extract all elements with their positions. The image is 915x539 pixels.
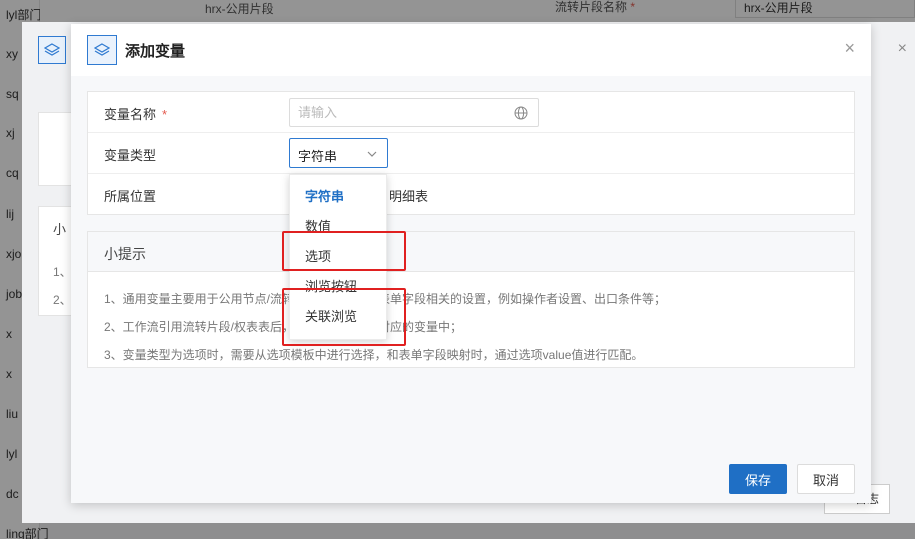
close-icon[interactable]: × bbox=[844, 38, 855, 59]
variable-type-select[interactable]: 字符串 bbox=[289, 138, 388, 168]
bg-tip: 1、 bbox=[53, 265, 72, 279]
name-label: 变量名称 * bbox=[104, 107, 168, 122]
globe-icon[interactable] bbox=[514, 106, 528, 120]
dropdown-option-string[interactable]: 字符串 bbox=[290, 182, 386, 212]
tips-title: 小提示 bbox=[104, 246, 146, 262]
dialog-header: 添加变量 × bbox=[71, 24, 871, 76]
tips-header: 小提示 bbox=[88, 232, 854, 272]
tip-item: 2、工作流引用流转片段/权表表后，需要进行映射到对应的变量中； bbox=[104, 320, 463, 334]
tips-card: 小提示 1、通用变量主要用于公用节点/流转片段中，涉及到表单字段相关的设置，例如… bbox=[87, 231, 855, 368]
dropdown-option-browse-button[interactable]: 浏览按钮 bbox=[290, 272, 386, 302]
close-icon: × bbox=[897, 40, 907, 57]
dropdown-option-option[interactable]: 选项 bbox=[290, 242, 386, 272]
variable-form: 变量名称* 变量类型 字符串 所属位置 明细表 bbox=[87, 91, 855, 215]
form-row-location: 所属位置 明细表 bbox=[88, 174, 854, 215]
form-row-name: 变量名称 * bbox=[88, 92, 854, 133]
chevron-down-icon bbox=[367, 151, 377, 157]
variable-name-input[interactable] bbox=[289, 98, 539, 127]
variable-type-dropdown: 字符串 数值 选项 浏览按钮 关联浏览 bbox=[289, 174, 387, 340]
dialog-title: 添加变量 bbox=[125, 43, 186, 60]
location-value: 明细表 bbox=[389, 189, 429, 204]
dropdown-option-related-browse[interactable]: 关联浏览 bbox=[290, 302, 386, 332]
required-mark: * bbox=[162, 107, 168, 122]
cancel-button[interactable]: 取消 bbox=[797, 464, 855, 494]
form-row-type: 变量类型 字符串 bbox=[88, 133, 854, 174]
bg-tips-title: 小 bbox=[53, 222, 67, 237]
tip-item: 3、变量类型为选项时，需要从选项模板中进行选择，和表单字段映射时，通过选项val… bbox=[104, 348, 644, 362]
layers-icon bbox=[38, 36, 66, 64]
add-variable-dialog: 添加变量 × 变量名称* 变量类型 字符串 所属位置 明细表 小提示 1、通用变… bbox=[71, 24, 871, 503]
selected-value: 字符串 bbox=[298, 149, 338, 164]
save-button[interactable]: 保存 bbox=[729, 464, 787, 494]
type-label: 变量类型 bbox=[104, 148, 157, 163]
dropdown-option-number[interactable]: 数值 bbox=[290, 212, 386, 242]
location-label: 所属位置 bbox=[104, 189, 157, 204]
bg-tip: 2、 bbox=[53, 293, 72, 307]
layers-icon bbox=[87, 35, 117, 65]
